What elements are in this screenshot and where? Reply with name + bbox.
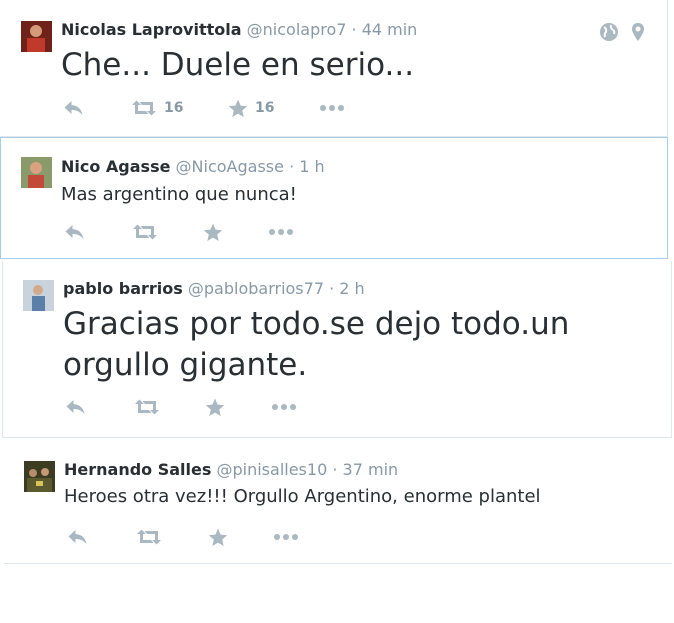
reply-icon [65, 399, 86, 415]
reply-icon [67, 529, 88, 545]
favorite-button[interactable] [208, 527, 228, 547]
star-icon [228, 99, 248, 118]
tweet[interactable]: pablo barrios @pablobarrios77 · 2 h Grac… [2, 261, 672, 438]
timestamp[interactable]: 44 min [362, 20, 418, 39]
reply-button[interactable] [65, 397, 86, 417]
reply-button[interactable] [67, 527, 88, 547]
tweet[interactable]: Nico Agasse @NicoAgasse · 1 h Mas argent… [0, 137, 668, 259]
avatar[interactable] [24, 461, 55, 492]
favorite-button[interactable]: 16 [228, 98, 274, 118]
more-button[interactable] [319, 98, 345, 118]
favorite-button[interactable] [205, 397, 225, 417]
avatar[interactable] [21, 21, 52, 52]
user-name[interactable]: Nico Agasse [61, 157, 170, 176]
more-button[interactable] [273, 527, 299, 547]
more-button[interactable] [268, 222, 294, 242]
tweet-text-line: Gracias por todo.se dejo todo.un [63, 306, 570, 342]
reply-icon [63, 100, 84, 116]
tweet[interactable]: Nicolas Laprovittola @nicolapro7 · 44 mi… [0, 0, 668, 137]
retweet-icon [132, 224, 158, 240]
user-name[interactable]: pablo barrios [63, 279, 183, 298]
tweet-text: Che... Duele en serio... [61, 47, 415, 83]
favorite-count: 16 [255, 100, 275, 116]
separator: · [329, 279, 335, 298]
retweet-button[interactable] [134, 397, 160, 417]
user-handle[interactable]: @nicolapro7 [247, 20, 347, 39]
user-handle[interactable]: @pablobarrios77 [188, 279, 324, 298]
star-icon [205, 398, 225, 417]
star-icon [208, 528, 228, 547]
retweet-icon [136, 529, 162, 545]
separator: · [351, 20, 357, 39]
favorite-button[interactable] [203, 222, 223, 242]
tweet[interactable]: Hernando Salles @pinisalles10 · 37 min H… [4, 448, 672, 564]
timestamp[interactable]: 2 h [339, 279, 364, 298]
tweet-text: Mas argentino que nunca! [61, 184, 297, 205]
separator: · [289, 157, 295, 176]
retweet-button[interactable]: 16 [131, 98, 183, 118]
reply-button[interactable] [64, 222, 85, 242]
more-icon [319, 104, 345, 112]
more-icon [271, 403, 297, 411]
user-handle[interactable]: @NicoAgasse [176, 157, 284, 176]
avatar[interactable] [21, 157, 52, 188]
tweet-text-line: orgullo gigante. [63, 347, 308, 383]
more-icon [268, 228, 294, 236]
avatar[interactable] [23, 280, 54, 311]
reply-button[interactable] [63, 98, 84, 118]
more-button[interactable] [271, 397, 297, 417]
user-name[interactable]: Hernando Salles [64, 460, 211, 479]
retweet-count: 16 [164, 100, 184, 116]
timestamp[interactable]: 1 h [299, 157, 324, 176]
location-pin-icon[interactable] [631, 22, 645, 46]
tweet-text: Heroes otra vez!!! Orgullo Argentino, en… [64, 486, 541, 507]
retweet-icon [131, 100, 157, 116]
retweet-button[interactable] [136, 527, 162, 547]
reply-icon [64, 224, 85, 240]
user-name[interactable]: Nicolas Laprovittola [61, 20, 242, 39]
user-handle[interactable]: @pinisalles10 [216, 460, 327, 479]
retweet-button[interactable] [132, 222, 158, 242]
timestamp[interactable]: 37 min [343, 460, 399, 479]
retweet-icon [134, 399, 160, 415]
more-icon [273, 533, 299, 541]
separator: · [332, 460, 338, 479]
star-icon [203, 223, 223, 242]
tweet-text: Gracias por todo.se dejo todo.un orgullo… [63, 304, 569, 386]
globe-icon[interactable] [599, 22, 619, 46]
